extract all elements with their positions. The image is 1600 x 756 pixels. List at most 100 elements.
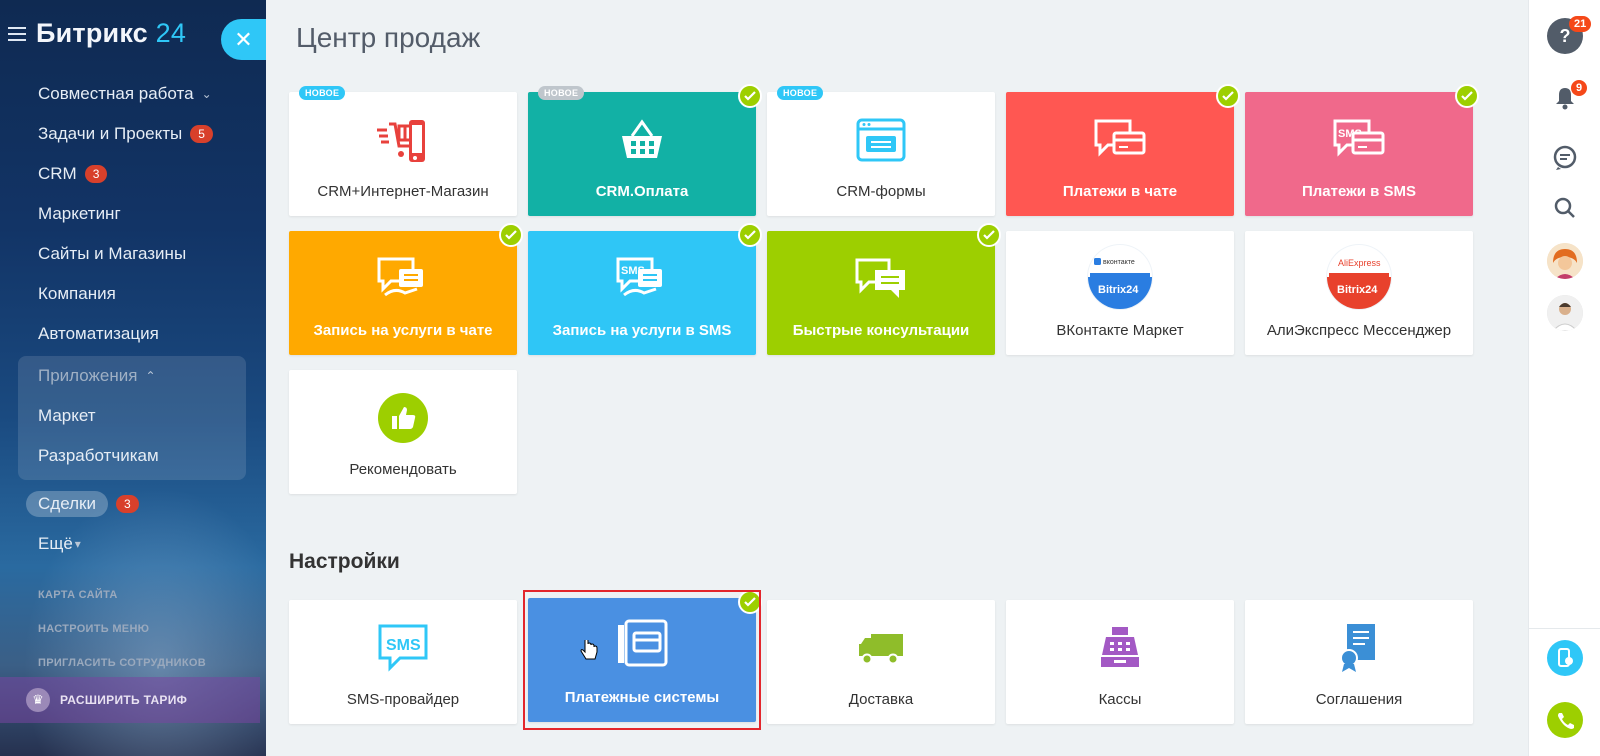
svg-text:вконтакте: вконтакте [1103,259,1135,266]
tile-recommend[interactable]: Рекомендовать [289,370,517,494]
sidebar-item-tasks[interactable]: Задачи и Проекты 5 [0,114,266,154]
counter-badge: 5 [190,125,213,143]
check-icon [499,223,523,247]
tile-chat-payments[interactable]: Платежи в чате [1006,84,1240,216]
certificate-icon [1337,622,1381,674]
sidebar-item-crm[interactable]: CRM 3 [0,154,266,194]
sidebar-item-applications[interactable]: Приложения ⌃ [18,356,246,396]
tile-crm-shop[interactable]: НОВОЕ CRM+Интернет-Магазин [289,86,517,216]
tile-label: Платежи в чате [1062,183,1178,200]
logo[interactable]: Битрикс 24 [36,18,186,49]
tile-sms-provider[interactable]: SMS SMS-провайдер [289,600,517,724]
mobile-app-icon[interactable] [1547,640,1583,676]
phone-icon[interactable] [1547,702,1583,738]
sidebar-item-developers[interactable]: Разработчикам [18,436,246,476]
crown-icon: ♛ [26,688,50,712]
sidebar-item-deals[interactable]: Сделки 3 [0,484,266,524]
svg-text:Bitrix24: Bitrix24 [1098,284,1139,296]
tile-label: Быстрые консультации [792,322,970,339]
form-window-icon [856,114,906,166]
tile-agreements[interactable]: Соглашения [1245,600,1473,724]
sidebar-item-company[interactable]: Компания [0,274,266,314]
sidebar-item-more[interactable]: Ещё ▾ [0,524,266,564]
upgrade-plan-button[interactable]: ♛ РАСШИРИТЬ ТАРИФ [0,677,260,723]
tile-cash-registers[interactable]: Кассы [1006,600,1234,724]
tile-quick-consult[interactable]: Быстрые консультации [767,223,1001,355]
right-toolbar: ? 21 9 [1528,0,1600,756]
chat-bubbles-icon [853,253,909,305]
chat-card-icon [1092,114,1148,166]
avatar[interactable] [1547,295,1583,331]
tile-label: CRM+Интернет-Магазин [317,183,489,200]
new-badge: НОВОЕ [777,86,824,100]
tile-delivery[interactable]: Доставка [767,600,995,724]
sms-bubble-icon: SMS [377,622,429,674]
cart-icon [375,114,431,166]
thumbs-up-icon [377,392,429,444]
sms-card-icon: SMS [1331,114,1387,166]
configure-menu-link[interactable]: НАСТРОИТЬ МЕНЮ [38,618,206,652]
sidebar-item-sites[interactable]: Сайты и Магазины [0,234,266,274]
highlight-frame [523,590,761,730]
svg-text:AliExpress: AliExpress [1338,258,1381,268]
search-icon[interactable] [1547,190,1583,226]
sidebar-item-market[interactable]: Маркет [18,396,246,436]
avatar[interactable] [1547,243,1583,279]
check-icon [1216,84,1240,108]
tile-label: Доставка [848,691,914,708]
tile-vk-market[interactable]: вконтакте Bitrix24 ВКонтакте Маркет [1006,231,1234,355]
tile-label: CRM-формы [836,183,926,200]
apps-group: Приложения ⌃ Маркет Разработчикам [18,356,246,480]
tile-crm-payment[interactable]: НОВОЕ CRM.Оплата [528,84,762,216]
notifications-badge: 9 [1571,80,1588,96]
truck-icon [857,622,905,674]
tile-label: Запись на услуги в SMS [552,322,732,339]
menu-burger-icon[interactable] [8,26,26,41]
tile-label: Соглашения [1315,691,1403,708]
sidebar-item-marketing[interactable]: Маркетинг [0,194,266,234]
tile-aliexpress[interactable]: AliExpress Bitrix24 АлиЭкспресс Мессендж… [1245,231,1473,355]
new-badge: НОВОЕ [299,86,346,100]
chat-search-icon[interactable] [1547,140,1583,176]
tile-label: SMS-провайдер [346,691,460,708]
tile-label: АлиЭкспресс Мессенджер [1266,322,1452,339]
tile-label: Запись на услуги в чате [313,322,493,339]
svg-text:SMS: SMS [386,637,421,654]
tile-label: ВКонтакте Маркет [1056,322,1184,339]
page-title: Центр продаж [296,22,481,53]
sms-booking-icon: SMS [614,253,670,305]
sitemap-link[interactable]: КАРТА САЙТА [38,584,206,618]
chevron-down-icon: ⌄ [201,87,212,101]
tile-label: Рекомендовать [349,461,457,478]
new-badge: НОВОЕ [538,86,585,100]
aliexpress-bitrix-icon: AliExpress Bitrix24 [1325,243,1393,311]
tile-label: Кассы [1098,691,1142,708]
main-menu: Совместная работа ⌄ Задачи и Проекты 5 CRM… [0,74,266,564]
tile-sms-booking[interactable]: SMS Запись на услуги в SMS [528,223,762,355]
tile-crm-forms[interactable]: НОВОЕ CRM-формы [767,86,995,216]
check-icon [738,84,762,108]
main-content: Центр продаж НОВОЕ CRM+Интернет-Магазин … [266,0,1528,756]
sidebar-item-automation[interactable]: Автоматизация [0,314,266,354]
vk-bitrix-icon: вконтакте Bitrix24 [1086,243,1154,311]
help-badge: 21 [1569,16,1592,32]
basket-icon [618,114,666,166]
hand-cursor-icon [580,638,598,667]
tile-label: Платежи в SMS [1301,183,1417,200]
counter-badge: 3 [84,165,108,183]
chat-booking-icon [375,253,431,305]
sidebar-small-links: КАРТА САЙТА НАСТРОИТЬ МЕНЮ ПРИГЛАСИТЬ СО… [38,584,206,686]
left-sidebar: Битрикс 24 Совместная работа ⌄ Задачи и П… [0,0,266,756]
chevron-up-icon: ⌃ [145,369,156,383]
check-icon [738,223,762,247]
tile-sms-payments[interactable]: SMS Платежи в SMS [1245,84,1479,216]
caret-down-icon: ▾ [74,537,81,551]
counter-badge: 3 [115,495,139,513]
logo-row: Битрикс 24 [8,18,186,49]
close-button[interactable]: ✕ [221,19,266,60]
check-icon [1455,84,1479,108]
tile-chat-booking[interactable]: Запись на услуги в чате [289,223,523,355]
sidebar-item-collaboration[interactable]: Совместная работа ⌄ [0,74,266,114]
svg-text:Bitrix24: Bitrix24 [1337,284,1378,296]
check-icon [977,223,1001,247]
